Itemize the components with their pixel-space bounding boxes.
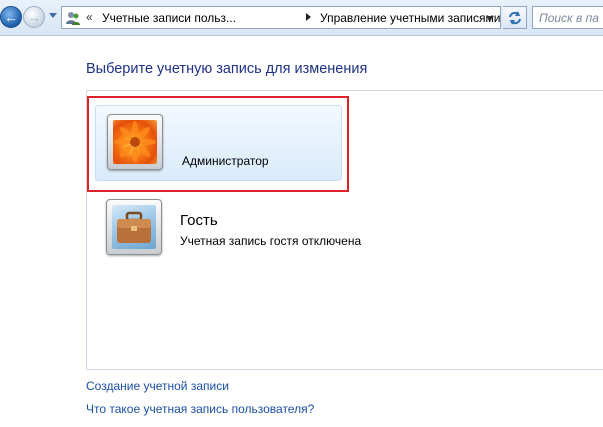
briefcase-picture-icon (112, 205, 156, 249)
address-bar[interactable]: « Учетные записи польз... Управление уче… (61, 6, 501, 29)
forward-arrow-icon: → (27, 9, 41, 25)
create-account-link[interactable]: Создание учетной записи (86, 379, 229, 393)
address-dropdown-chevron-down-icon[interactable] (486, 16, 494, 21)
search-input[interactable]: Поиск в па (532, 6, 603, 29)
breadcrumb-overflow-button[interactable]: « (86, 10, 93, 24)
back-button[interactable]: ← (0, 6, 22, 28)
account-picture-frame (107, 114, 163, 170)
account-guest-name[interactable]: Гость (180, 212, 218, 229)
orange-flower-picture-icon (113, 120, 157, 164)
account-administrator[interactable]: Администратор (95, 105, 342, 181)
breadcrumb-separator-chevron-right-icon[interactable] (306, 13, 311, 21)
breadcrumb-user-accounts[interactable]: Учетные записи польз... (102, 11, 236, 25)
recent-pages-chevron-down-icon[interactable] (49, 13, 57, 18)
navigation-bar: ← → « Учетные записи польз... Управление… (0, 0, 603, 36)
refresh-button[interactable] (503, 6, 527, 29)
account-guest-picture[interactable] (106, 199, 162, 255)
account-administrator-highlight: Администратор (87, 96, 349, 192)
account-guest-status: Учетная запись гостя отключена (180, 234, 362, 248)
breadcrumb-manage-accounts[interactable]: Управление учетными записями (320, 11, 500, 25)
forward-button[interactable]: → (23, 6, 45, 28)
back-arrow-icon: ← (4, 9, 18, 25)
refresh-icon (509, 11, 521, 25)
user-accounts-icon (66, 12, 80, 25)
account-name: Администратор (182, 154, 269, 168)
what-is-account-link[interactable]: Что такое учетная запись пользователя? (86, 402, 314, 416)
page-title: Выберите учетную запись для изменения (86, 61, 368, 77)
